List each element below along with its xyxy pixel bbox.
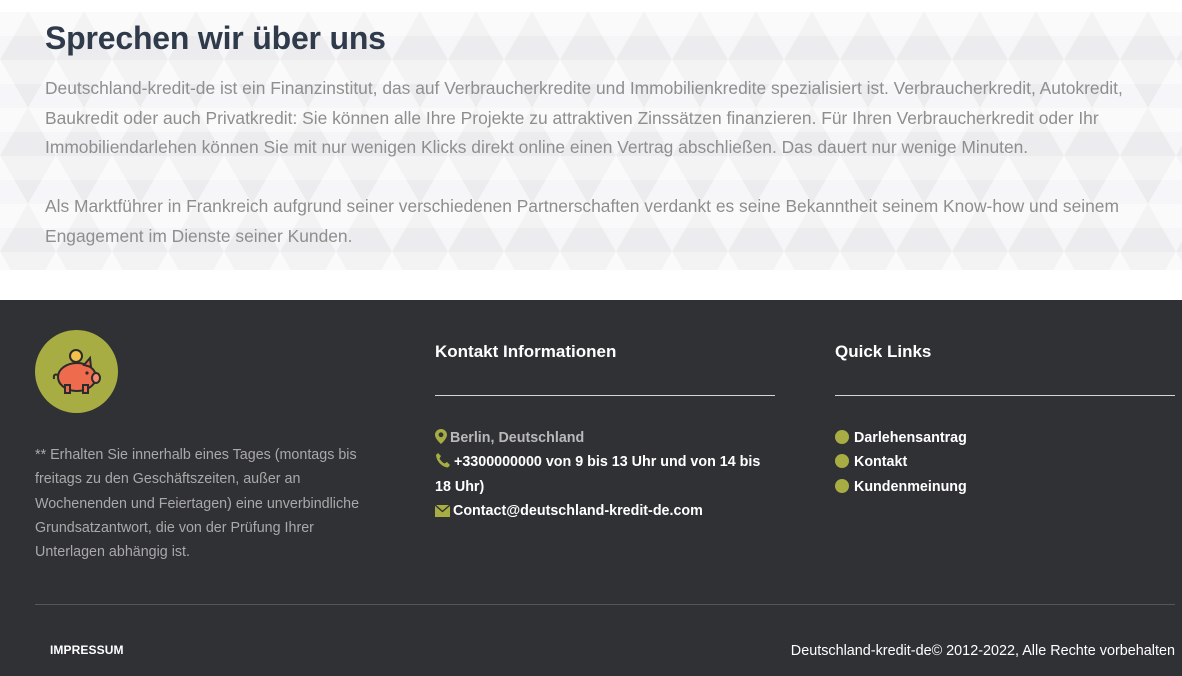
phone-icon — [436, 453, 450, 468]
bullet-icon — [835, 454, 849, 469]
map-marker-icon — [435, 429, 447, 444]
copyright-text: Deutschland-kredit-de© 2012-2022, Alle R… — [790, 643, 1175, 659]
contact-phone-text: +3300000000 von 9 bis 13 Uhr und von 14 … — [435, 454, 761, 495]
footer-disclaimer: ** Erhalten Sie innerhalb eines Tages (m… — [35, 447, 360, 561]
contact-divider — [435, 395, 775, 396]
quick-links-list: Darlehensantrag Kontakt Kundenmeinung — [835, 426, 1175, 499]
contact-info: Berlin, Deutschland +3300000000 von 9 bi… — [435, 426, 775, 524]
contact-email[interactable]: Contact@deutschland-kredit-de.com — [435, 499, 775, 523]
about-section: Sprechen wir über uns Deutschland-kredit… — [0, 12, 1182, 270]
footer-logo[interactable] — [35, 330, 118, 413]
impressum-link[interactable]: IMPRESSUM — [50, 643, 124, 657]
quick-link-darlehensantrag[interactable]: Darlehensantrag — [835, 426, 1175, 450]
quick-links-divider — [835, 395, 1175, 396]
contact-location-text: Berlin, Deutschland — [450, 430, 585, 446]
about-paragraph-2: Als Marktführer in Frankreich aufgrund s… — [45, 196, 1119, 246]
envelope-icon — [435, 505, 450, 518]
bullet-icon — [835, 430, 849, 444]
contact-title: Kontakt Informationen — [435, 342, 617, 361]
about-paragraph-1: Deutschland-kredit-de ist ein Finanzinst… — [45, 78, 1123, 157]
quick-link-kontakt[interactable]: Kontakt — [835, 450, 1175, 474]
contact-email-text: Contact@deutschland-kredit-de.com — [453, 503, 703, 520]
contact-location: Berlin, Deutschland — [435, 426, 775, 450]
quick-links-title: Quick Links — [835, 342, 932, 361]
bullet-icon — [835, 478, 849, 493]
quick-link-label: Kontakt — [854, 454, 908, 471]
about-title: Sprechen wir über uns — [45, 20, 386, 56]
footer-bottom-divider — [35, 604, 1175, 605]
quick-link-kundenmeinung[interactable]: Kundenmeinung — [835, 475, 1175, 499]
piggy-bank-icon — [52, 349, 101, 394]
quick-link-label: Darlehensantrag — [854, 430, 967, 446]
contact-phone[interactable]: +3300000000 von 9 bis 13 Uhr und von 14 … — [435, 450, 775, 499]
footer: ** Erhalten Sie innerhalb eines Tages (m… — [0, 300, 1182, 676]
quick-link-label: Kundenmeinung — [854, 478, 967, 495]
